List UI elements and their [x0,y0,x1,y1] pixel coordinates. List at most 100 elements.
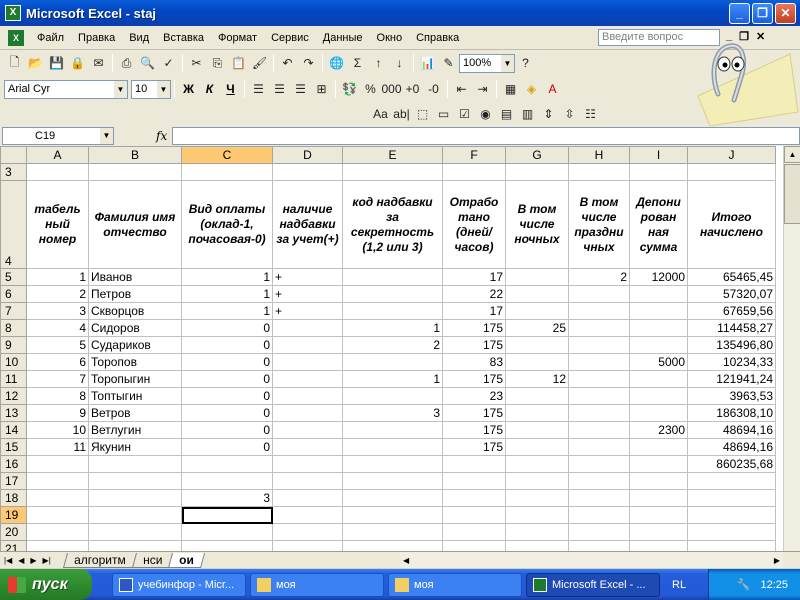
cell-g10[interactable] [505,353,569,371]
cell-h17[interactable] [568,472,630,490]
cell-g16[interactable] [505,455,569,473]
open-icon[interactable]: 📂 [25,53,46,73]
drawing-icon[interactable]: ✎ [438,53,459,73]
task-folder-2[interactable]: моя [388,572,522,597]
cell-h18[interactable] [568,489,630,507]
cell-j15[interactable]: 48694,16 [687,438,776,456]
cell-h14[interactable] [568,421,630,439]
cell-d18[interactable] [272,489,343,507]
row-header[interactable]: 20 [0,523,27,541]
cell-a3[interactable] [26,163,89,181]
cell-d17[interactable] [272,472,343,490]
cell-i20[interactable] [629,523,688,541]
comma-style-icon[interactable]: 000 [381,79,402,99]
minimize-button[interactable]: _ [729,2,750,24]
label-icon[interactable]: Aa [370,104,391,124]
menu-edit[interactable]: Правка [71,30,122,46]
cell-a5[interactable]: 1 [26,268,89,286]
menu-format[interactable]: Формат [211,30,264,46]
cell-j20[interactable] [687,523,776,541]
cell-b16[interactable] [88,455,182,473]
cell-d5[interactable]: + [272,268,343,286]
cell-d14[interactable] [272,421,343,439]
cell-a21[interactable] [26,540,89,551]
cell-b7[interactable]: Скворцов [88,302,182,320]
menu-tools[interactable]: Сервис [264,30,316,46]
cell-c19[interactable] [181,506,273,524]
column-header-j[interactable]: J [687,146,776,164]
cell-g20[interactable] [505,523,569,541]
undo-icon[interactable]: ↶ [277,53,298,73]
cell-j19[interactable] [687,506,776,524]
cell-a9[interactable]: 5 [26,336,89,354]
cell-e21[interactable] [342,540,443,551]
cell-h8[interactable] [568,319,630,337]
cell-c15[interactable]: 0 [181,438,273,456]
column-header-i[interactable]: I [629,146,688,164]
column-header-d[interactable]: D [272,146,343,164]
cell-c14[interactable]: 0 [181,421,273,439]
cell-i17[interactable] [629,472,688,490]
font-size-select[interactable]: 10 ▼ [131,79,171,99]
cell-c5[interactable]: 1 [181,268,273,286]
help-icon[interactable]: ? [515,53,536,73]
cell-j8[interactable]: 114458,27 [687,319,776,337]
cell-b9[interactable]: Судариков [88,336,182,354]
cell-a18[interactable] [26,489,89,507]
maximize-button[interactable]: ❐ [752,2,773,24]
save-icon[interactable]: 💾 [46,53,67,73]
column-header-a[interactable]: A [26,146,89,164]
cell-f14[interactable]: 175 [442,421,506,439]
cell-i11[interactable] [629,370,688,388]
cell-a14[interactable]: 10 [26,421,89,439]
cell-e7[interactable] [342,302,443,320]
cell-g4[interactable]: В том числе ночных [505,180,569,269]
cell-h13[interactable] [568,404,630,422]
cell-b18[interactable] [88,489,182,507]
cell-d6[interactable]: + [272,285,343,303]
cell-h9[interactable] [568,336,630,354]
cell-b13[interactable]: Ветров [88,404,182,422]
column-header-f[interactable]: F [442,146,506,164]
new-icon[interactable]: 🗋 [4,53,25,73]
insert-function-icon[interactable]: fx [156,129,167,143]
row-header[interactable]: 13 [0,404,27,422]
cell-d8[interactable] [272,319,343,337]
cell-e12[interactable] [342,387,443,405]
cell-g5[interactable] [505,268,569,286]
cell-b17[interactable] [88,472,182,490]
cell-b4[interactable]: Фамилия имя отчество [88,180,182,269]
menu-data[interactable]: Данные [316,30,370,46]
row-header[interactable]: 10 [0,353,27,371]
cell-g19[interactable] [505,506,569,524]
increase-decimal-icon[interactable]: +0 [402,79,423,99]
column-header-b[interactable]: B [88,146,182,164]
underline-button[interactable]: Ч [220,82,241,96]
italic-button[interactable]: К [199,82,220,96]
cell-a16[interactable] [26,455,89,473]
cell-j3[interactable] [687,163,776,181]
cell-c9[interactable]: 0 [181,336,273,354]
cell-e11[interactable]: 1 [342,370,443,388]
cell-i8[interactable] [629,319,688,337]
cell-i16[interactable] [629,455,688,473]
increase-indent-icon[interactable]: ⇥ [472,79,493,99]
row-header[interactable]: 7 [0,302,27,320]
cell-f4[interactable]: Отрабо тано (дней/ часов) [442,180,506,269]
office-assistant-clippy-icon[interactable] [690,34,800,130]
select-all-corner[interactable] [0,146,27,164]
chart-wizard-icon[interactable]: 📊 [417,53,438,73]
cell-a7[interactable]: 3 [26,302,89,320]
cell-e3[interactable] [342,163,443,181]
cell-d3[interactable] [272,163,343,181]
cell-d10[interactable] [272,353,343,371]
cell-e17[interactable] [342,472,443,490]
cell-c18[interactable]: 3 [181,489,273,507]
row-header[interactable]: 9 [0,336,27,354]
cell-j11[interactable]: 121941,24 [687,370,776,388]
font-name-select[interactable]: Arial Cyr ▼ [4,79,128,99]
align-left-icon[interactable]: ☰ [248,79,269,99]
cell-j10[interactable]: 10234,33 [687,353,776,371]
cell-d20[interactable] [272,523,343,541]
cell-b5[interactable]: Иванов [88,268,182,286]
